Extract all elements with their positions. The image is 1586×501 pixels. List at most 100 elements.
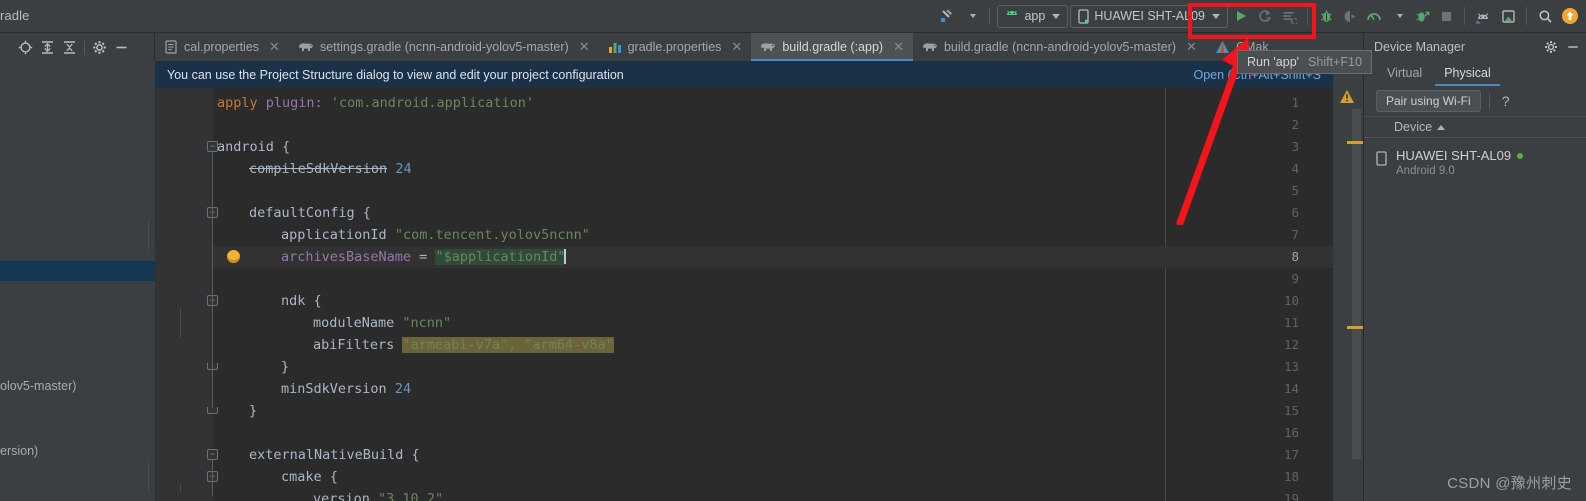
attach-debugger-button[interactable] <box>1339 4 1361 28</box>
gear-icon[interactable] <box>1544 40 1558 54</box>
toolbar-divider <box>1307 7 1308 25</box>
editor-gutter[interactable] <box>155 88 213 501</box>
apply-changes-and-restart-button[interactable]: A <box>1254 4 1276 28</box>
editor-scrollbar-thumb[interactable] <box>1352 109 1361 459</box>
device-manager-tab[interactable]: Virtual <box>1376 60 1433 86</box>
tooltip-title: Run 'app' <box>1247 55 1300 69</box>
code-line[interactable]: compileSdkVersion 24 <box>249 158 412 180</box>
editor-marker-bar[interactable] <box>1333 61 1365 501</box>
editor-tab-label: cal.properties <box>184 40 260 54</box>
run-with-coverage-button[interactable] <box>1411 4 1433 28</box>
hammer-icon <box>939 8 955 24</box>
apply-code-changes-button[interactable] <box>1278 4 1300 28</box>
code-line[interactable]: abiFilters "armeabi-v7a", "arm64-v8a" <box>313 334 614 356</box>
code-line[interactable]: ndk { <box>281 290 322 312</box>
build-project-button[interactable] <box>936 4 958 28</box>
project-tree-item[interactable]: ersion) <box>0 444 38 458</box>
profiler-button[interactable] <box>1363 4 1385 28</box>
sdk-manager-button[interactable] <box>1497 4 1519 28</box>
project-tree-item[interactable]: olov5-master) <box>0 379 76 393</box>
code-line[interactable]: } <box>249 400 257 422</box>
code-token: archivesBaseName <box>281 249 412 265</box>
minus-icon[interactable] <box>114 40 129 55</box>
editor-tab[interactable]: cal.properties ✕ <box>155 33 289 61</box>
indent-guide <box>180 308 181 338</box>
editor-code-area[interactable] <box>213 88 1333 501</box>
update-available-button[interactable] <box>1558 4 1582 28</box>
device-name-row: HUAWEI SHT-AL09 <box>1396 148 1524 163</box>
code-token: "3.10.2" <box>378 491 444 501</box>
run-configuration-label: app <box>1024 9 1046 23</box>
code-line[interactable]: android { <box>217 136 290 158</box>
code-line[interactable]: applicationId "com.tencent.yolov5ncnn" <box>281 224 590 246</box>
build-dropdown-button[interactable] <box>960 4 982 28</box>
run-configuration-selector[interactable]: app <box>997 4 1069 28</box>
run-button[interactable] <box>1230 4 1252 28</box>
code-token: } <box>281 359 290 375</box>
editor-tab[interactable]: build.gradle (:app) ✕ <box>751 33 913 61</box>
editor-tab[interactable]: gradle.properties ✕ <box>599 33 752 61</box>
code-fold-toggle[interactable]: − <box>207 449 218 460</box>
code-line[interactable]: version "3.10.2" <box>313 488 443 501</box>
target-device-selector[interactable]: HUAWEI SHT-AL09 <box>1070 4 1228 28</box>
device-online-indicator <box>1517 152 1524 159</box>
editor-tab[interactable]: build.gradle (ncnn-android-yolov5-master… <box>913 33 1206 61</box>
line-number: 14 <box>1283 381 1299 396</box>
code-token: "ncnn" <box>402 315 452 331</box>
pair-using-wifi-button[interactable]: Pair using Wi-Fi <box>1376 90 1481 112</box>
code-token: moduleName <box>313 315 395 331</box>
expand-all-icon[interactable] <box>40 40 55 55</box>
code-line[interactable]: } <box>281 356 289 378</box>
profiler-dropdown-button[interactable] <box>1387 4 1409 28</box>
code-line[interactable]: defaultConfig { <box>249 202 371 224</box>
debug-button[interactable] <box>1315 4 1337 28</box>
code-line[interactable]: externalNativeBuild { <box>249 444 420 466</box>
collapse-all-icon[interactable] <box>62 40 77 55</box>
close-icon[interactable]: ✕ <box>731 39 742 55</box>
device-column-header[interactable]: Device <box>1364 116 1586 138</box>
stop-button[interactable] <box>1435 4 1457 28</box>
fold-region-line <box>212 482 213 496</box>
device-list-item[interactable]: HUAWEI SHT-AL09 Android 9.0 <box>1364 138 1586 177</box>
intention-bulb-icon[interactable] <box>227 250 240 263</box>
close-icon[interactable]: ✕ <box>1186 39 1197 55</box>
code-editor[interactable]: 1 apply plugin: 'com.android.application'… <box>155 88 1333 501</box>
gear-icon[interactable] <box>92 40 107 55</box>
project-pane-toolbar <box>0 33 155 61</box>
code-token: "armeabi-v7a", "arm64-v8a" <box>402 337 614 353</box>
gradle-elephant-icon <box>922 41 938 54</box>
close-icon[interactable]: ✕ <box>269 39 280 55</box>
editor-tab[interactable]: settings.gradle (ncnn-android-yolov5-mas… <box>289 33 599 61</box>
notification-message: You can use the Project Structure dialog… <box>167 67 624 82</box>
line-number: 15 <box>1283 403 1299 418</box>
svg-text:A: A <box>1265 16 1269 23</box>
target-icon[interactable] <box>18 40 33 55</box>
code-line[interactable]: moduleName "ncnn" <box>313 312 451 334</box>
play-triangle-icon <box>1234 9 1248 23</box>
code-line[interactable]: archivesBaseName = "$applicationId" <box>281 246 566 268</box>
search-everywhere-button[interactable] <box>1534 4 1556 28</box>
close-icon[interactable]: ✕ <box>893 39 904 55</box>
help-button[interactable]: ? <box>1498 93 1514 109</box>
warning-icon[interactable] <box>1339 89 1355 109</box>
minus-icon[interactable] <box>1566 40 1580 54</box>
code-line[interactable]: cmake { <box>281 466 338 488</box>
line-number: 4 <box>1291 161 1299 176</box>
code-fold-toggle[interactable] <box>207 407 218 414</box>
sort-ascending-icon <box>1437 124 1446 130</box>
close-icon[interactable]: ✕ <box>579 39 590 55</box>
avd-manager-button[interactable] <box>1472 4 1495 28</box>
line-number: 2 <box>1291 117 1299 132</box>
line-number: 8 <box>1291 249 1299 264</box>
project-selected-row[interactable] <box>0 261 155 281</box>
phone-icon <box>1078 8 1089 24</box>
device-manager-tab[interactable]: Physical <box>1433 60 1502 86</box>
code-token: android { <box>217 139 291 155</box>
project-pane[interactable]: olov5-master) ersion) <box>0 61 155 501</box>
code-token: plugin: <box>265 95 323 111</box>
code-line[interactable]: apply plugin: 'com.android.application' <box>217 92 534 114</box>
target-device-label: HUAWEI SHT-AL09 <box>1094 9 1205 23</box>
code-line[interactable]: minSdkVersion 24 <box>281 378 411 400</box>
chevron-down-icon <box>1396 14 1403 18</box>
